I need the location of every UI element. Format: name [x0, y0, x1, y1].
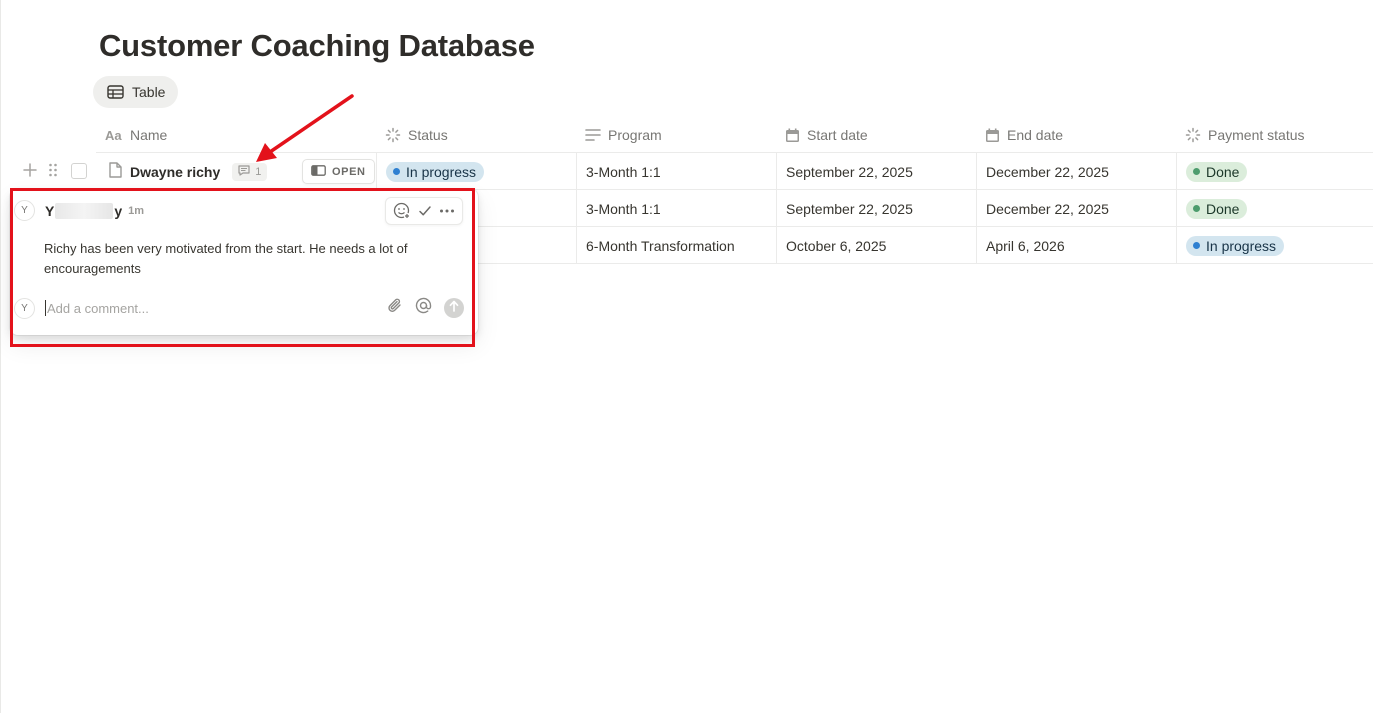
- row-title[interactable]: Dwayne richy: [130, 164, 220, 180]
- mention-icon[interactable]: [415, 297, 432, 319]
- avatar: Y: [14, 200, 35, 221]
- comment-body: Richy has been very motivated from the s…: [44, 241, 408, 276]
- tab-table-label: Table: [132, 84, 166, 100]
- program-cell[interactable]: 3-Month 1:1: [576, 190, 776, 227]
- more-options-icon[interactable]: [439, 208, 455, 214]
- table-icon: [107, 85, 124, 99]
- column-label: End date: [1007, 127, 1064, 143]
- open-page-button[interactable]: OPEN: [302, 159, 375, 184]
- sidebar-edge: [0, 0, 1, 713]
- payment-status-cell[interactable]: Done: [1176, 153, 1373, 190]
- column-label: Status: [408, 127, 448, 143]
- status-pill: In progress: [386, 161, 485, 182]
- annotation-arrow-icon: [256, 94, 354, 162]
- comment-actions-bar: [385, 197, 463, 225]
- page-icon: [108, 162, 122, 181]
- table-row[interactable]: Dwayne richy 1 OPEN In progress 3-Month …: [96, 153, 1373, 190]
- payment-status-cell[interactable]: In progress: [1176, 227, 1373, 264]
- comment-author-row: Y Y y 1m: [14, 200, 144, 221]
- column-label: Payment status: [1208, 127, 1305, 143]
- column-header-start-date[interactable]: Start date: [776, 117, 976, 153]
- calendar-icon: [985, 128, 1000, 143]
- column-label: Start date: [807, 127, 868, 143]
- start-date-cell[interactable]: September 22, 2025: [776, 153, 976, 190]
- author-name-start: Y: [45, 202, 55, 219]
- add-reaction-icon[interactable]: [393, 202, 411, 220]
- column-header-payment-status[interactable]: Payment status: [1176, 117, 1373, 153]
- payment-status-text: Done: [1206, 163, 1240, 180]
- column-header-name[interactable]: Aa Name: [96, 117, 376, 153]
- comment-count: 1: [255, 165, 262, 178]
- column-header-program[interactable]: Program: [576, 117, 776, 153]
- tab-table-view[interactable]: Table: [93, 76, 179, 108]
- table-header: Aa Name Status Program Start date End da…: [96, 117, 1373, 153]
- column-label: Name: [130, 127, 168, 143]
- payment-status-pill: Done: [1186, 198, 1248, 219]
- status-spinner-icon: [385, 127, 401, 143]
- end-date-cell[interactable]: December 22, 2025: [976, 153, 1176, 190]
- open-label: OPEN: [332, 165, 366, 178]
- program-cell[interactable]: 3-Month 1:1: [576, 153, 776, 190]
- page-title: Customer Coaching Database: [99, 28, 535, 63]
- comment-popup: Y Y y 1m Richy has been very motivated f…: [10, 189, 478, 335]
- comment-author-name: Y y 1m: [45, 202, 145, 219]
- row-handles: [22, 162, 58, 183]
- add-comment-input[interactable]: [45, 300, 365, 316]
- name-cell[interactable]: Dwayne richy 1 OPEN: [96, 153, 376, 190]
- text-lines-icon: [585, 128, 601, 142]
- status-cell[interactable]: In progress: [376, 153, 576, 190]
- payment-status-pill: In progress: [1186, 235, 1285, 256]
- text-aa-icon: Aa: [105, 128, 123, 142]
- author-name-end: y: [114, 202, 123, 219]
- resolve-check-icon[interactable]: [418, 204, 432, 218]
- start-date-cell[interactable]: October 6, 2025: [776, 227, 976, 264]
- status-text: In progress: [406, 163, 477, 180]
- comment-time: 1m: [128, 204, 145, 217]
- side-peek-icon: [311, 164, 326, 179]
- comment-icon: [238, 164, 250, 179]
- reply-icons: [387, 296, 464, 320]
- row-select-checkbox[interactable]: [71, 163, 87, 179]
- payment-status-text: In progress: [1206, 237, 1277, 254]
- calendar-icon: [785, 128, 800, 143]
- payment-status-pill: Done: [1186, 161, 1248, 182]
- payment-status-cell[interactable]: Done: [1176, 190, 1373, 227]
- add-row-icon[interactable]: [22, 162, 38, 183]
- comment-count-badge[interactable]: 1: [232, 162, 268, 181]
- start-date-cell[interactable]: September 22, 2025: [776, 190, 976, 227]
- reply-row: Y: [14, 296, 464, 320]
- payment-status-text: Done: [1206, 200, 1240, 217]
- end-date-cell[interactable]: April 6, 2026: [976, 227, 1176, 264]
- arrow-up-icon: [449, 299, 459, 317]
- redacted-name: [55, 202, 114, 219]
- column-header-status[interactable]: Status: [376, 117, 576, 153]
- program-cell[interactable]: 6-Month Transformation: [576, 227, 776, 264]
- column-header-end-date[interactable]: End date: [976, 117, 1176, 153]
- send-comment-button[interactable]: [444, 298, 464, 318]
- column-label: Program: [608, 127, 662, 143]
- drag-handle-icon[interactable]: [48, 162, 58, 183]
- avatar: Y: [14, 297, 35, 319]
- end-date-cell[interactable]: December 22, 2025: [976, 190, 1176, 227]
- status-spinner-icon: [1185, 127, 1201, 143]
- svg-text:Aa: Aa: [105, 128, 122, 142]
- attachment-icon[interactable]: [387, 297, 403, 319]
